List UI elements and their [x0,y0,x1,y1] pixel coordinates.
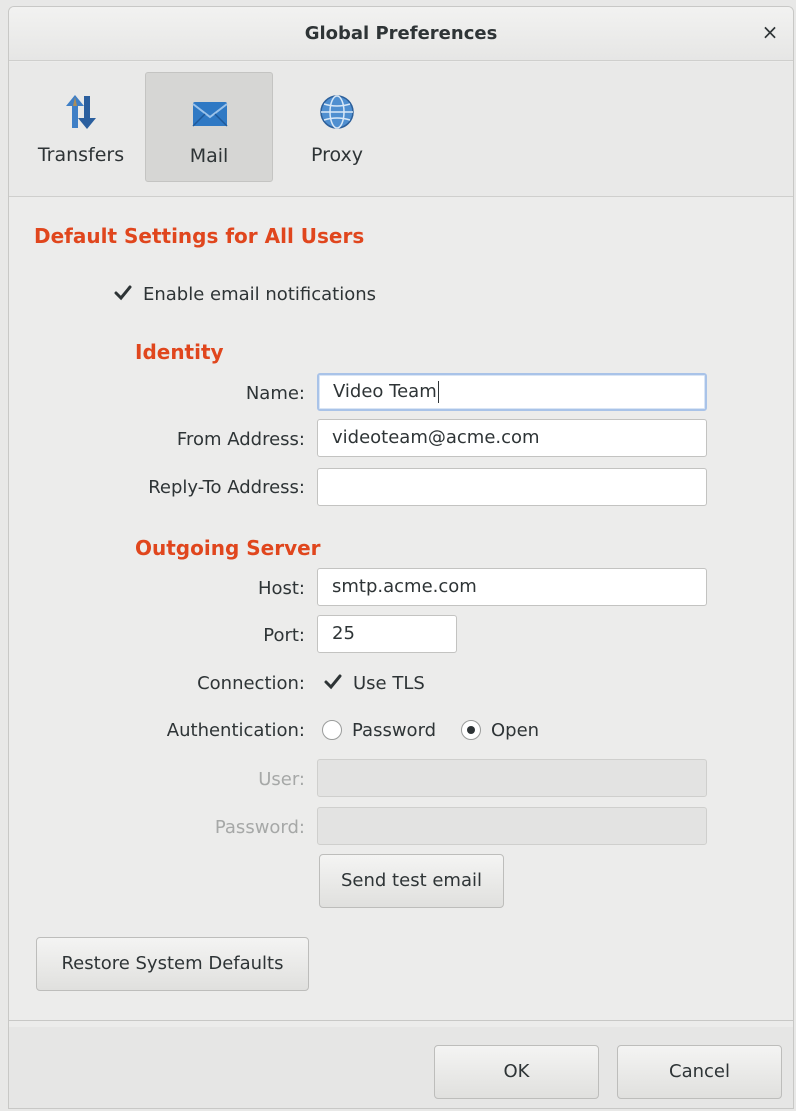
window-title: Global Preferences [304,23,498,44]
checkmark-icon [324,674,342,690]
enable-notifications-checkbox[interactable] [113,283,133,303]
tab-mail-label: Mail [189,145,229,167]
use-tls-label: Use TLS [353,673,425,694]
section-title-default-settings: Default Settings for All Users [34,224,365,248]
enable-notifications-label: Enable email notifications [143,284,376,305]
global-preferences-dialog: Global Preferences × Transfers Mail Prox… [8,6,794,1109]
from-address-field[interactable]: videoteam@acme.com [317,419,707,457]
transfers-icon [66,95,96,129]
password-label: Password: [214,817,305,838]
mail-icon [192,102,228,127]
section-title-outgoing-server: Outgoing Server [135,536,321,560]
tab-transfers-label: Transfers [37,144,125,166]
auth-password-radio[interactable] [322,720,342,740]
reply-to-address-field[interactable] [317,468,707,506]
title-bar: Global Preferences × [9,7,793,61]
authentication-label: Authentication: [166,720,305,741]
name-value: Video Team [333,381,437,402]
close-icon[interactable]: × [759,21,781,43]
send-test-email-button[interactable]: Send test email [319,854,504,908]
user-label: User: [258,769,305,790]
auth-password-label: Password [352,720,437,741]
port-label: Port: [263,625,305,646]
preferences-toolbar: Transfers Mail Proxy [9,62,793,197]
tab-mail[interactable]: Mail [145,72,273,182]
cancel-button[interactable]: Cancel [617,1045,782,1099]
text-caret [437,381,439,403]
auth-open-radio[interactable] [461,720,481,740]
auth-open-label: Open [491,720,540,741]
host-field[interactable]: smtp.acme.com [317,568,707,606]
ok-button[interactable]: OK [434,1045,599,1099]
name-label: Name: [245,383,305,404]
section-title-identity: Identity [135,340,224,364]
checkmark-icon [114,285,132,301]
tab-transfers[interactable]: Transfers [17,72,145,182]
tab-proxy-label: Proxy [310,144,364,166]
proxy-globe-icon [320,95,354,129]
use-tls-checkbox[interactable] [323,672,343,692]
tab-proxy[interactable]: Proxy [273,72,401,182]
restore-system-defaults-button[interactable]: Restore System Defaults [36,937,309,991]
host-label: Host: [257,578,305,599]
from-address-label: From Address: [176,429,305,450]
reply-to-address-label: Reply-To Address: [148,477,305,498]
port-field[interactable]: 25 [317,615,457,653]
dialog-footer: OK Cancel [9,1027,793,1108]
connection-label: Connection: [197,673,305,694]
name-field[interactable]: Video Team [317,373,707,411]
password-field [317,807,707,845]
footer-separator [9,1020,793,1021]
user-field [317,759,707,797]
